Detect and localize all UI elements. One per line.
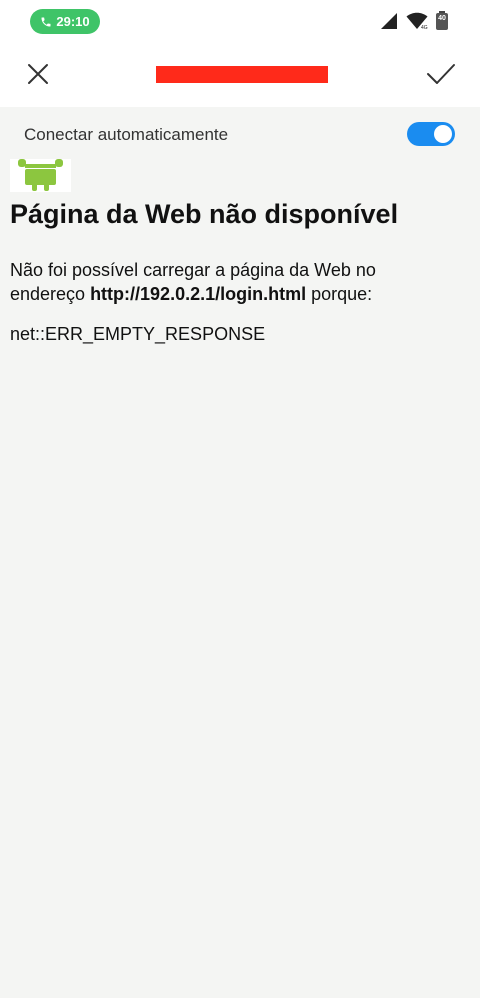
auto-connect-label: Conectar automaticamente bbox=[24, 125, 229, 144]
error-code: net::ERR_EMPTY_RESPONSE bbox=[10, 324, 266, 344]
cell-signal-icon bbox=[381, 12, 397, 29]
battery-level: 40 bbox=[438, 15, 446, 22]
status-icons: 4G 40 bbox=[380, 11, 448, 30]
close-icon bbox=[28, 64, 48, 84]
failed-url-link[interactable]: http://192.0.2.1/login.html bbox=[90, 284, 306, 304]
status-bar: 29:10 4G 40 bbox=[0, 0, 480, 44]
check-icon bbox=[427, 64, 455, 84]
phone-icon bbox=[41, 17, 51, 26]
network-title-redacted bbox=[156, 66, 328, 83]
auto-connect-row: Conectar automaticamente bbox=[0, 107, 480, 161]
close-button[interactable] bbox=[22, 58, 54, 90]
battery-icon: 40 bbox=[436, 11, 448, 30]
confirm-button[interactable] bbox=[424, 58, 458, 90]
auto-connect-toggle[interactable] bbox=[407, 122, 455, 146]
call-time: 29:10 bbox=[56, 14, 90, 29]
error-description-suffix: porque: bbox=[306, 284, 373, 304]
top-app-bar bbox=[0, 44, 480, 107]
toggle-knob bbox=[434, 125, 452, 143]
ongoing-call-pill[interactable]: 29:10 bbox=[30, 9, 100, 34]
wifi-icon: 4G bbox=[406, 12, 428, 30]
svg-text:4G: 4G bbox=[421, 25, 428, 30]
error-description: Não foi possível carregar a página da We… bbox=[10, 258, 450, 306]
error-page-title: Página da Web não disponível bbox=[10, 199, 399, 229]
android-icon bbox=[10, 159, 71, 192]
